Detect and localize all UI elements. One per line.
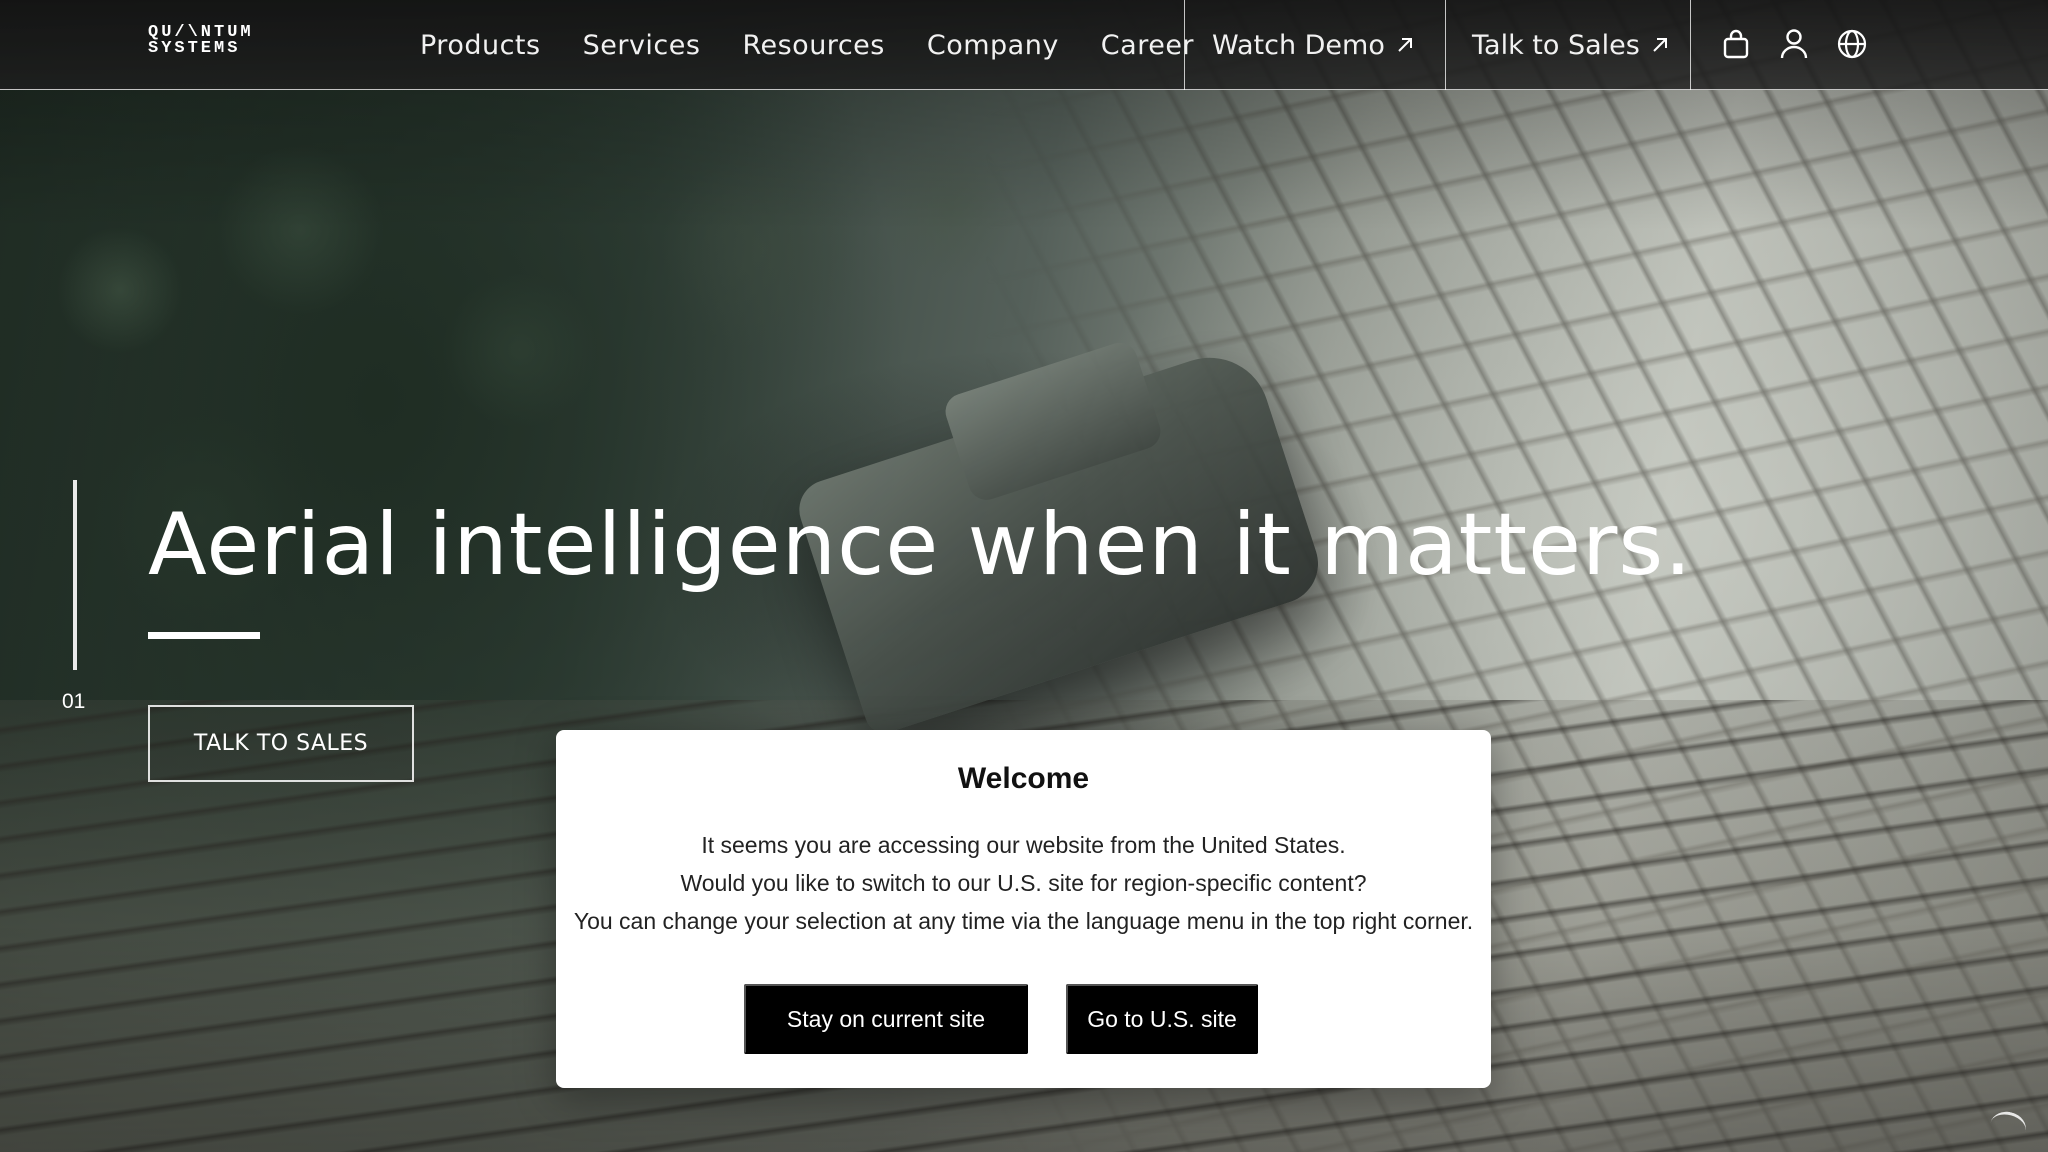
page: QU/\NTUM SYSTEMS Products Services Resou… [0,0,2048,1152]
modal-body: It seems you are accessing our website f… [556,826,1491,940]
modal-title: Welcome [957,762,1090,795]
watch-demo-label: Watch Demo [1212,29,1385,61]
arrow-up-right-icon [1398,38,1412,52]
nav-item-products[interactable]: Products [420,30,541,61]
nav-divider [1445,0,1446,90]
go-to-us-site-button[interactable]: Go to U.S. site [1066,984,1258,1054]
top-navigation: QU/\NTUM SYSTEMS Products Services Resou… [0,0,2048,90]
hero-title: Aerial intelligence when it matters. [148,495,1693,595]
main-nav: Products Services Resources Company Care… [420,0,1194,90]
nav-item-career[interactable]: Career [1101,30,1194,61]
modal-text-line: It seems you are accessing our website f… [701,832,1346,858]
modal-text-line: You can change your selection at any tim… [573,908,1474,934]
slide-progress-bar [73,480,77,670]
welcome-region-modal: Welcome It seems you are accessing our w… [556,730,1491,1088]
arrow-up-right-icon [1653,38,1667,52]
talk-to-sales-label: Talk to Sales [1472,29,1640,61]
brand-logo[interactable]: QU/\NTUM SYSTEMS [148,24,298,59]
user-icon[interactable] [1776,24,1812,64]
nav-divider [1184,0,1185,90]
nav-item-services[interactable]: Services [583,30,701,61]
nav-item-resources[interactable]: Resources [742,30,884,61]
nav-divider [1690,0,1691,90]
shopping-bag-icon[interactable] [1718,24,1754,64]
logo-line-2: SYSTEMS [148,39,241,58]
talk-to-sales-link[interactable]: Talk to Sales [1472,0,1670,90]
slide-number: 01 [62,690,86,713]
watch-demo-link[interactable]: Watch Demo [1212,0,1415,90]
globe-icon[interactable] [1834,24,1870,64]
nav-utility-icons [1718,24,1870,64]
hero-title-underline [148,632,260,639]
stay-on-current-site-button[interactable]: Stay on current site [744,984,1028,1054]
hero-talk-to-sales-button[interactable]: TALK TO SALES [148,705,414,782]
modal-text-line: Would you like to switch to our U.S. sit… [680,870,1367,896]
nav-item-company[interactable]: Company [927,30,1059,61]
